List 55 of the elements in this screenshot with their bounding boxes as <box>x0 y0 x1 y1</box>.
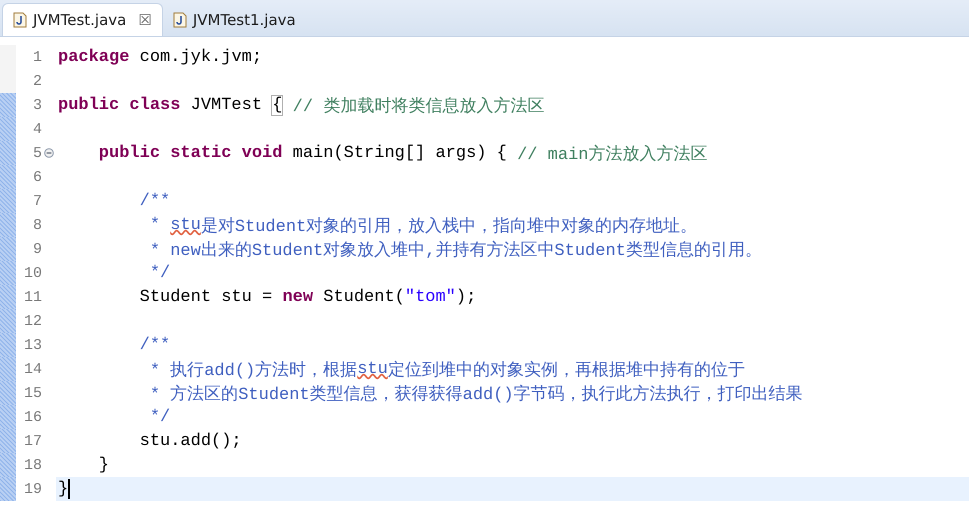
code-comment: // 类加载时将类信息放入方法区 <box>292 96 544 116</box>
line-number: 18 <box>22 456 42 474</box>
editor-tab[interactable]: JVMTest.java ☒ <box>2 3 163 36</box>
line-number: 17 <box>22 432 42 450</box>
javadoc-comment: * <box>148 216 162 234</box>
code-text: main(String[] args) { <box>292 144 508 162</box>
javadoc-comment: stu <box>170 216 201 234</box>
line-number: 13 <box>22 336 42 354</box>
line-number: 4 <box>32 120 42 138</box>
matching-bracket: { <box>272 96 282 114</box>
javadoc-comment: * 方法区的Student类型信息，获得获得add()字节码，执行此方法执行，打印出结果 <box>148 384 803 404</box>
text-cursor <box>68 479 70 499</box>
line-number: 16 <box>22 408 42 426</box>
code-text: stu.add(); <box>138 432 242 450</box>
javadoc-comment: */ <box>148 408 170 426</box>
code-text: Student stu = <box>138 288 274 306</box>
line-number: 9 <box>32 240 42 258</box>
line-number: 11 <box>22 288 42 306</box>
line-number: 15 <box>22 384 42 402</box>
javadoc-comment: /** <box>138 336 170 354</box>
code-text: JVMTest <box>190 96 264 114</box>
keyword: public class <box>58 96 180 114</box>
editor-tab[interactable]: JVMTest1.java <box>162 4 306 36</box>
keyword: public static void <box>98 144 282 162</box>
code-comment: // main方法放入方法区 <box>517 144 708 164</box>
code-text: } <box>58 480 68 498</box>
code-text: ); <box>456 288 476 306</box>
line-number: 6 <box>32 168 42 186</box>
javadoc-comment: * 执行add()方法时，根据 <box>148 360 358 380</box>
javadoc-comment: * new出来的Student对象放入堆中,并持有方法区中Student类型信息的引用。 <box>148 240 762 260</box>
line-number: 8 <box>32 216 42 234</box>
line-number: 12 <box>22 312 42 330</box>
collapse-icon[interactable] <box>44 148 54 158</box>
javadoc-comment: */ <box>148 264 170 282</box>
close-icon[interactable]: ☒ <box>138 11 152 29</box>
line-number: 1 <box>32 48 42 66</box>
javadoc-comment: stu <box>357 360 388 378</box>
string-literal: "tom" <box>404 288 456 306</box>
line-number: 5 <box>32 144 42 162</box>
line-number: 3 <box>32 96 42 114</box>
line-number: 19 <box>22 480 42 498</box>
java-file-icon <box>13 12 27 28</box>
java-file-icon <box>172 12 187 28</box>
code-text: } <box>98 456 110 474</box>
keyword: package <box>58 48 130 66</box>
javadoc-comment: 是对Student对象的引用，放入栈中，指向堆中对象的内存地址。 <box>200 216 698 236</box>
line-number: 7 <box>32 192 42 210</box>
keyword: new <box>282 288 314 306</box>
javadoc-comment: /** <box>138 192 170 210</box>
code-text: Student( <box>322 288 405 306</box>
code-text: com.jyk.jvm; <box>138 48 262 66</box>
line-number: 10 <box>22 264 42 282</box>
javadoc-comment: 定位到堆中的对象实例，再根据堆中持有的位于 <box>388 360 745 380</box>
line-number: 2 <box>32 72 42 90</box>
line-number: 14 <box>22 360 42 378</box>
